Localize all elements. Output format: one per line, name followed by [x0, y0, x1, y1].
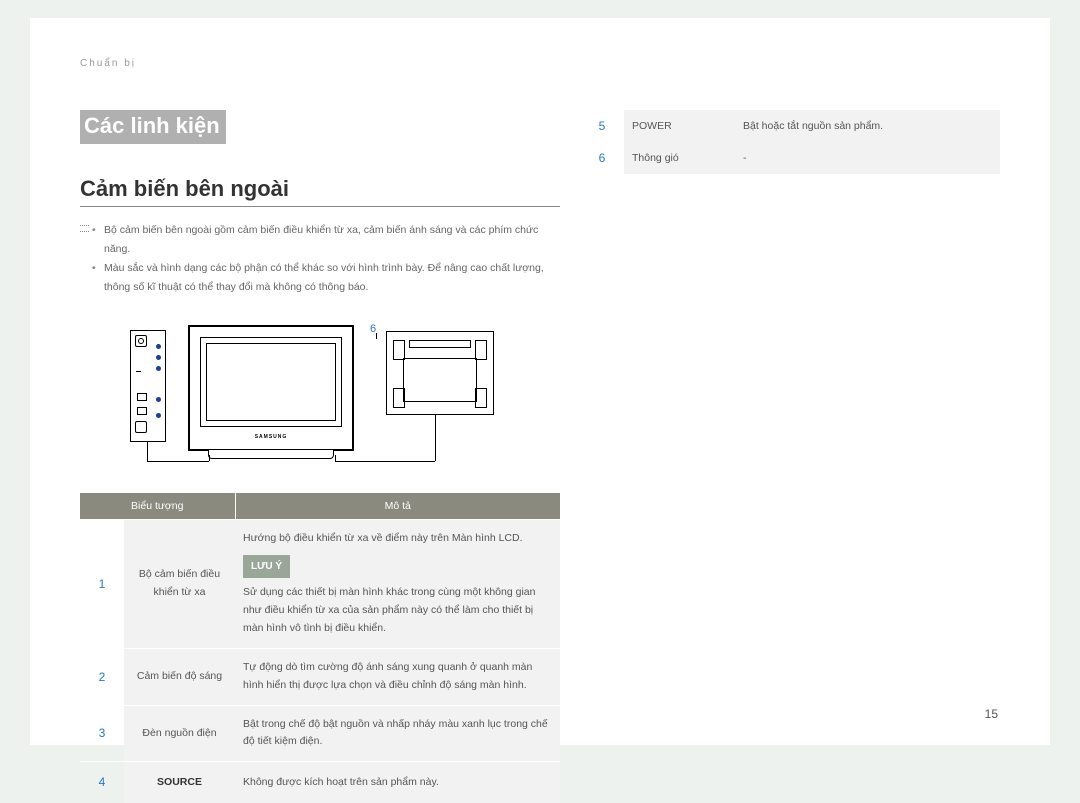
row-number: 3	[80, 705, 124, 762]
diagram-port-icon	[135, 335, 147, 347]
row-desc: Hướng bộ điều khiển từ xa về điểm này tr…	[235, 519, 560, 648]
row-desc-text: Hướng bộ điều khiển từ xa về điểm này tr…	[243, 530, 552, 548]
row-number: 4	[80, 762, 124, 803]
table-row: 5 POWER Bật hoặc tắt nguồn sản phẩm.	[580, 110, 1000, 142]
row-name: SOURCE	[124, 762, 235, 803]
intro-notes: Bộ cảm biến bên ngoài gồm cảm biến điều …	[80, 221, 560, 297]
row-name: Cảm biến độ sáng	[124, 648, 235, 705]
table-header-icon: Biểu tượng	[80, 493, 235, 520]
spec-table-continued: 5 POWER Bật hoặc tắt nguồn sản phẩm. 6 T…	[580, 110, 1000, 174]
diagram-rear-panel	[386, 331, 494, 415]
diagram-callout-4	[156, 397, 161, 402]
diagram-led-icon	[136, 371, 141, 372]
intro-bullet: Màu sắc và hình dạng các bộ phận có thể …	[92, 259, 560, 297]
row-desc: Tự động dò tìm cường độ ánh sáng xung qu…	[235, 648, 560, 705]
left-column: Các linh kiện Cảm biến bên ngoài Bộ cảm …	[80, 110, 560, 803]
row-name: Bộ cảm biến điều khiển từ xa	[124, 519, 235, 648]
monitor-brand-label: SAMSUNG	[190, 434, 352, 440]
spec-table: Biểu tượng Mô tả 1 Bộ cảm biến điều khiể…	[80, 493, 560, 803]
manual-page: Chuẩn bị Các linh kiện Cảm biến bên ngoà…	[30, 18, 1050, 745]
right-column: 5 POWER Bật hoặc tắt nguồn sản phẩm. 6 T…	[580, 110, 1000, 174]
sensor-diagram: SAMSUNG 6	[80, 325, 510, 475]
row-number: 5	[580, 110, 624, 142]
table-row: 2 Cảm biến độ sáng Tự động dò tìm cường …	[80, 648, 560, 705]
diagram-callout-2	[156, 355, 161, 360]
table-row: 3 Đèn nguồn điện Bật trong chế độ bật ng…	[80, 705, 560, 762]
table-row: 4 SOURCE Không được kích hoạt trên sản p…	[80, 762, 560, 803]
diagram-button-icon	[137, 407, 147, 415]
row-number: 1	[80, 519, 124, 648]
table-header-row: Biểu tượng Mô tả	[80, 493, 560, 520]
row-desc: -	[735, 142, 1000, 174]
row-number: 2	[80, 648, 124, 705]
table-row: 1 Bộ cảm biến điều khiển từ xa Hướng bộ …	[80, 519, 560, 648]
row-name: POWER	[624, 110, 735, 142]
row-desc: Bật hoặc tắt nguồn sản phẩm.	[735, 110, 1000, 142]
diagram-sensor-panel	[130, 330, 166, 442]
row-desc-note: Sử dụng các thiết bị màn hình khác trong…	[243, 584, 552, 638]
page-number: 15	[985, 707, 998, 721]
sub-section-title: Cảm biến bên ngoài	[80, 176, 560, 207]
breadcrumb: Chuẩn bị	[80, 58, 136, 69]
row-name: Đèn nguồn điện	[124, 705, 235, 762]
diagram-callout-3	[156, 366, 161, 371]
intro-bullet: Bộ cảm biến bên ngoài gồm cảm biến điều …	[92, 221, 560, 259]
note-marker-icon	[80, 225, 89, 232]
row-name: Thông gió	[624, 142, 735, 174]
diagram-button-icon	[137, 393, 147, 401]
row-desc: Không được kích hoạt trên sản phẩm này.	[235, 762, 560, 803]
row-desc: Bật trong chế độ bật nguồn và nhấp nháy …	[235, 705, 560, 762]
section-title: Các linh kiện	[80, 110, 226, 144]
diagram-callout-1	[156, 344, 161, 349]
table-header-desc: Mô tả	[235, 493, 560, 520]
note-badge: LƯU Ý	[243, 555, 290, 578]
row-number: 6	[580, 142, 624, 174]
diagram-port-icon	[135, 421, 147, 433]
diagram-callout-5	[156, 413, 161, 418]
diagram-monitor: SAMSUNG	[188, 325, 354, 451]
table-row: 6 Thông gió -	[580, 142, 1000, 174]
